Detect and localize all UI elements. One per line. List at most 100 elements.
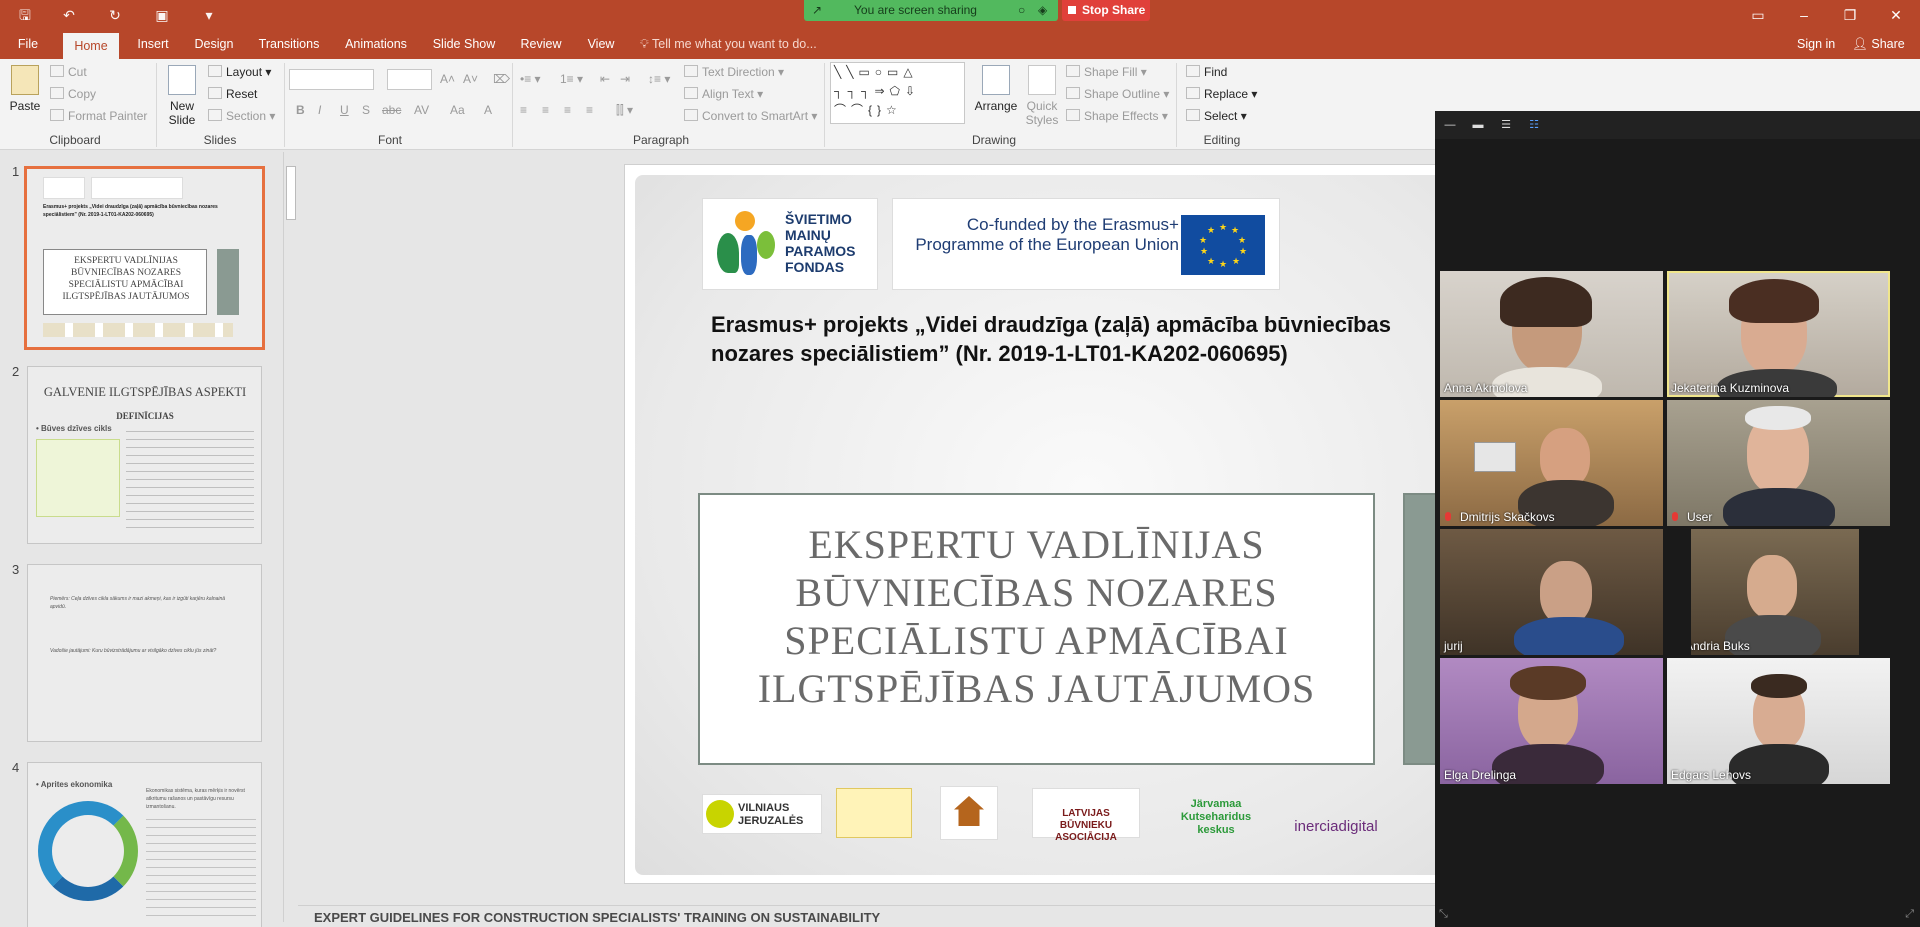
quick-styles-button[interactable]: Quick Styles <box>1022 65 1062 127</box>
slide-thumbnail-3[interactable]: Piemērs: Ceļa dzīves cikla sākums ir maz… <box>27 564 262 742</box>
shape-fill-button[interactable]: Shape Fill ▾ <box>1066 65 1147 79</box>
slide-thumbnail-2[interactable]: GALVENIE ILGTSPĒJĪBAS ASPEKTI DEFINĪCIJA… <box>27 366 262 544</box>
strikethrough-button[interactable]: abc <box>382 103 401 117</box>
speaker-view-icon[interactable]: ☰ <box>1499 119 1513 131</box>
redo-icon[interactable]: ↻ <box>106 6 124 24</box>
reset-button[interactable]: Reset <box>208 87 257 101</box>
share-button[interactable]: 👤︎ Share <box>1852 30 1905 59</box>
replace-button[interactable]: Replace ▾ <box>1186 87 1257 101</box>
convert-smartart-button[interactable]: Convert to SmartArt ▾ <box>684 109 817 123</box>
font-family-select[interactable] <box>289 69 374 90</box>
smartart-icon <box>684 109 698 121</box>
shape-effects-button[interactable]: Shape Effects ▾ <box>1066 109 1168 123</box>
select-label: Select <box>1204 109 1238 123</box>
copy-button[interactable]: Copy <box>50 87 96 101</box>
layout-button[interactable]: Layout ▾ <box>208 65 271 79</box>
shadow-button[interactable]: S <box>362 103 370 117</box>
tab-home[interactable]: Home <box>63 33 119 59</box>
erasmus-cofunded-logo: Co-funded by the Erasmus+ Programme of t… <box>892 198 1280 290</box>
resize-handle-icon[interactable]: ⤡ <box>1439 908 1448 921</box>
paint-bucket-icon <box>1066 65 1080 77</box>
slide-thumbnail-4[interactable]: • Aprites ekonomika Ekonomikas sistēma, … <box>27 762 262 927</box>
quick-styles-label: Quick Styles <box>1025 99 1059 127</box>
numbering-icon[interactable]: 1≡ ▾ <box>560 72 583 86</box>
resize-handle-icon[interactable]: ⤢ <box>1905 908 1914 921</box>
character-spacing-button[interactable]: AV <box>414 103 429 117</box>
stop-share-button[interactable]: Stop Share <box>1062 0 1150 21</box>
participant-tile[interactable]: jurij <box>1440 529 1663 655</box>
ribbon-display-options-icon[interactable]: ▭ <box>1748 6 1768 24</box>
align-left-icon[interactable]: ≡ <box>520 103 527 117</box>
line-spacing-icon[interactable]: ↕≡ ▾ <box>648 72 670 86</box>
cut-button[interactable]: Cut <box>50 65 87 79</box>
tab-insert[interactable]: Insert <box>133 30 173 59</box>
format-painter-button[interactable]: Format Painter <box>50 109 147 123</box>
undo-icon[interactable]: ↶ <box>60 6 78 24</box>
notes-pane[interactable]: EXPERT GUIDELINES FOR CONSTRUCTION SPECI… <box>298 905 1436 927</box>
minimize-video-icon[interactable]: — <box>1443 119 1457 131</box>
clear-formatting-icon[interactable]: ⌦ <box>493 72 510 86</box>
italic-button[interactable]: I <box>318 103 321 117</box>
reset-label: Reset <box>226 87 258 101</box>
tab-transitions[interactable]: Transitions <box>257 30 321 59</box>
section-button[interactable]: Section ▾ <box>208 109 275 123</box>
shapes-gallery[interactable]: ╲╲▭○▭△ ┐┐┐⇒⬠⇩ ⌒⌒{}☆ <box>830 62 965 124</box>
tell-me-search[interactable]: 💡︎ Tell me what you want to do... <box>640 30 817 59</box>
align-right-icon[interactable]: ≡ <box>564 103 571 117</box>
restore-icon[interactable]: ❐ <box>1840 6 1860 24</box>
columns-icon[interactable]: ⫿⫿ ▾ <box>616 103 633 118</box>
decrease-font-icon[interactable]: A˅ <box>463 72 478 86</box>
stop-icon <box>1068 6 1076 14</box>
decrease-indent-icon[interactable]: ⇤ <box>600 72 610 86</box>
new-slide-button[interactable]: New Slide <box>162 65 202 127</box>
increase-indent-icon[interactable]: ⇥ <box>620 72 630 86</box>
participant-tile[interactable]: Dmitrijs Skačkovs <box>1440 400 1663 526</box>
participant-tile[interactable]: User <box>1667 400 1890 526</box>
tab-view[interactable]: View <box>583 30 619 59</box>
arrange-button[interactable]: Arrange <box>974 65 1018 113</box>
participant-tile[interactable]: Jekaterina Kuzminova <box>1667 271 1890 397</box>
paste-button[interactable]: Paste <box>6 65 44 113</box>
bold-button[interactable]: B <box>296 103 305 117</box>
thumb-eu-logo <box>91 177 183 199</box>
scrollbar-thumb[interactable] <box>286 166 296 220</box>
save-icon[interactable]: 🖫 <box>16 6 34 24</box>
close-icon[interactable]: ✕ <box>1886 6 1906 24</box>
slide-main-title: EKSPERTU VADLĪNIJAS BŪVNIECĪBAS NOZARES … <box>757 522 1316 711</box>
tab-review[interactable]: Review <box>517 30 565 59</box>
align-center-icon[interactable]: ≡ <box>542 103 549 117</box>
thumbnail-subtitle: DEFINĪCIJAS <box>116 411 174 421</box>
tab-design[interactable]: Design <box>191 30 237 59</box>
underline-button[interactable]: U <box>340 103 349 117</box>
gallery-view-icon[interactable]: ☷ <box>1527 119 1541 131</box>
find-button[interactable]: Find <box>1186 65 1227 79</box>
align-text-button[interactable]: Align Text ▾ <box>684 87 763 101</box>
increase-font-icon[interactable]: A˄ <box>440 72 455 86</box>
justify-icon[interactable]: ≡ <box>586 103 593 117</box>
participant-tile[interactable]: Anna Akmolova <box>1440 271 1663 397</box>
tab-slide-show[interactable]: Slide Show <box>429 30 499 59</box>
thumbnails-scrollbar[interactable] <box>283 152 297 922</box>
shape-outline-button[interactable]: Shape Outline ▾ <box>1066 87 1169 101</box>
title-placeholder[interactable]: EKSPERTU VADLĪNIJAS BŪVNIECĪBAS NOZARES … <box>698 493 1375 765</box>
tab-animations[interactable]: Animations <box>341 30 411 59</box>
participant-tile[interactable]: Andria Buks <box>1691 529 1859 655</box>
font-color-button[interactable]: A <box>484 103 492 117</box>
participant-tile[interactable]: Edgars Lehovs <box>1667 658 1890 784</box>
active-speaker-icon[interactable]: ▬ <box>1471 119 1485 131</box>
customize-toolbar-icon[interactable]: ▾ <box>200 6 218 24</box>
stop-share-label: Stop Share <box>1082 3 1146 17</box>
change-case-button[interactable]: Aa <box>450 103 465 117</box>
sign-in-link[interactable]: Sign in <box>1797 30 1835 59</box>
text-direction-button[interactable]: Text Direction ▾ <box>684 65 784 79</box>
smpf-logo-mark <box>713 207 779 281</box>
slide-thumbnail-1[interactable]: Erasmus+ projekts „Videi draudzīga (zaļā… <box>24 166 265 350</box>
select-button[interactable]: Select ▾ <box>1186 109 1247 123</box>
tab-file[interactable]: File <box>10 30 46 59</box>
participant-tile[interactable]: Elga Drelinga <box>1440 658 1663 784</box>
minimize-icon[interactable]: – <box>1794 6 1814 24</box>
bullets-icon[interactable]: •≡ ▾ <box>520 72 541 86</box>
font-size-select[interactable] <box>387 69 432 90</box>
eu-cofunded-text: Co-funded by the Erasmus+ Programme of t… <box>915 215 1179 254</box>
start-slideshow-icon[interactable]: ▣ <box>153 6 171 24</box>
